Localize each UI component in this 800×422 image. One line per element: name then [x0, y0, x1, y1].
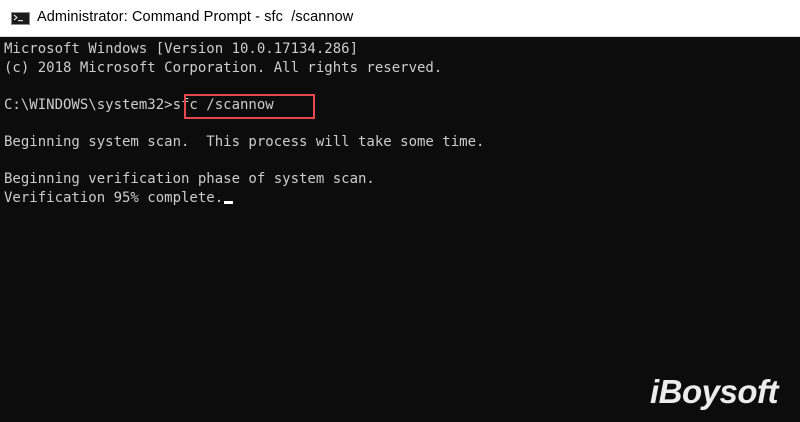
console-line-copyright: (c) 2018 Microsoft Corporation. All righ… [4, 60, 443, 76]
command-prompt-path: C:\WINDOWS\system32> [4, 97, 173, 113]
console-line-progress: Verification 95% complete. [4, 188, 234, 208]
console-line-version: Microsoft Windows [Version 10.0.17134.28… [4, 41, 359, 57]
console-output[interactable]: Microsoft Windows [Version 10.0.17134.28… [0, 37, 800, 422]
verification-progress-text: Verification 95% complete. [4, 190, 224, 206]
text-cursor [224, 201, 234, 204]
iboysoft-watermark-logo: iBoysoft [650, 373, 779, 411]
window-title: Administrator: Command Prompt - sfc /sca… [37, 9, 354, 25]
console-line-scan-start: Beginning system scan. This process will… [4, 134, 485, 150]
command-prompt-window: Administrator: Command Prompt - sfc /sca… [0, 0, 800, 422]
title-bar[interactable]: Administrator: Command Prompt - sfc /sca… [0, 0, 800, 37]
console-line-verification-phase: Beginning verification phase of system s… [4, 171, 375, 187]
command-prompt-icon [11, 12, 30, 25]
command-highlight-box [184, 94, 315, 119]
watermark-text: iBoysoft [650, 373, 779, 410]
